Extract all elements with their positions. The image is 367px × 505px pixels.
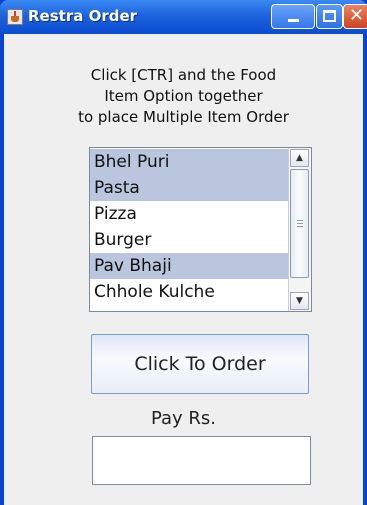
list-item-label: Pizza <box>94 204 137 224</box>
content-pane: Click [CTR] and the Food Item Option tog… <box>4 34 363 505</box>
list-item-label: Bhel Puri <box>94 152 170 172</box>
list-item[interactable]: Pasta <box>90 175 288 201</box>
list-item[interactable]: Burger <box>90 227 288 253</box>
close-icon: ✕ <box>349 5 365 26</box>
food-item-list[interactable]: Bhel Puri Pasta Pizza Burger Pav Bhaji C… <box>89 147 312 312</box>
click-to-order-button[interactable]: Click To Order <box>91 334 309 394</box>
list-item[interactable]: Bhel Puri <box>90 149 288 175</box>
pay-amount-field[interactable] <box>92 436 311 485</box>
list-item[interactable]: Pav Bhaji <box>90 253 288 279</box>
grip-line <box>297 220 303 221</box>
triangle-down-icon: ▼ <box>296 296 303 306</box>
minimize-button[interactable] <box>271 4 315 29</box>
cup-shape <box>11 16 19 22</box>
list-item-label: Pasta <box>94 178 140 198</box>
scroll-up-button[interactable]: ▲ <box>290 149 309 167</box>
instruction-line-1: Click [CTR] and the Food <box>90 66 277 84</box>
triangle-up-icon: ▲ <box>296 153 303 163</box>
instructions-text: Click [CTR] and the Food Item Option tog… <box>4 65 363 128</box>
grip-line <box>297 226 303 227</box>
maximize-button[interactable] <box>316 4 343 29</box>
list-item-label: Burger <box>94 230 152 250</box>
list-item-label: Chhole Kulche <box>94 282 215 302</box>
java-cup-icon <box>7 9 23 25</box>
list-item[interactable]: Chhole Kulche <box>90 279 288 305</box>
scroll-down-button[interactable]: ▼ <box>290 292 309 310</box>
scroll-thumb[interactable] <box>290 169 309 278</box>
window-title: Restra Order <box>28 7 138 25</box>
close-button[interactable]: ✕ <box>343 4 367 29</box>
instruction-line-2: Item Option together <box>104 87 263 105</box>
maximize-icon <box>323 10 336 22</box>
list-scrollbar[interactable]: ▲ ▼ <box>288 148 311 311</box>
list-item-label: Pav Bhaji <box>94 256 172 276</box>
window-frame: Restra Order ✕ Click [CTR] and the Food … <box>0 0 367 505</box>
title-bar[interactable]: Restra Order ✕ <box>0 0 367 34</box>
grip-line <box>297 223 303 224</box>
list-item[interactable]: Pizza <box>90 201 288 227</box>
pay-label: Pay Rs. <box>150 408 217 429</box>
instruction-line-3: to place Multiple Item Order <box>78 108 289 126</box>
minimize-icon <box>288 19 299 22</box>
